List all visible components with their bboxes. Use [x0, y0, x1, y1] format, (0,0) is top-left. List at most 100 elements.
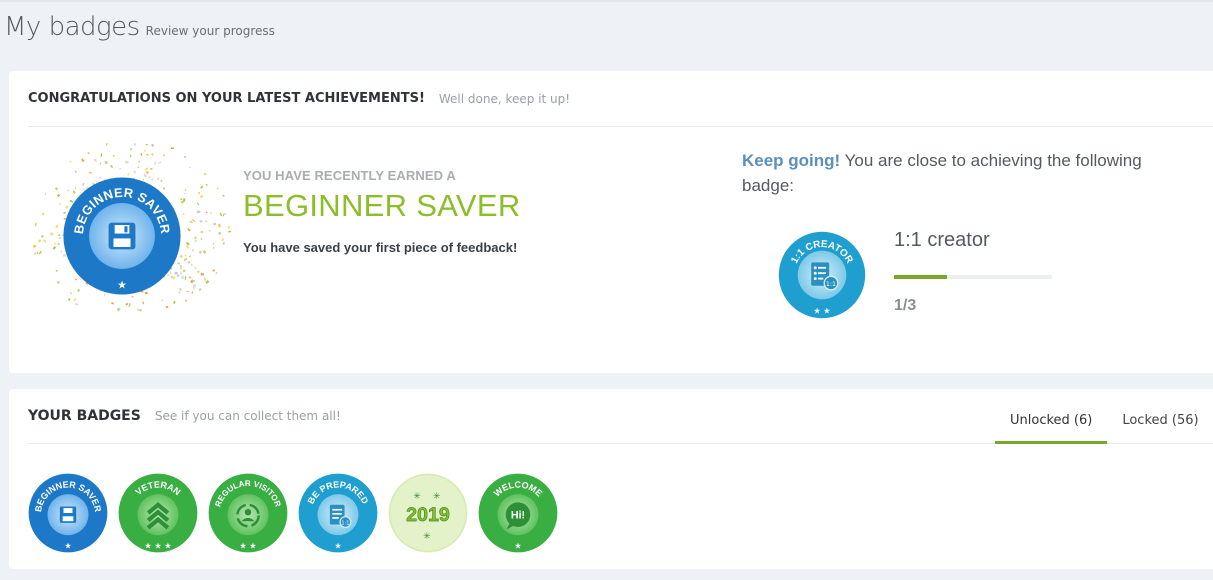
- confetti-piece: [183, 155, 187, 159]
- confetti-piece: [194, 239, 198, 243]
- next-badge-progress-text: 1/3: [894, 297, 917, 314]
- confetti-piece: [188, 275, 192, 280]
- badge-welcome[interactable]: WELCOME Hi! ★: [477, 472, 559, 554]
- svg-text:1:1: 1:1: [826, 281, 836, 288]
- confetti-piece: [129, 154, 132, 158]
- stars-icon: ★ ★ ★: [144, 540, 171, 550]
- confetti-piece: [224, 213, 227, 216]
- svg-text:✳: ✳: [413, 492, 421, 502]
- confetti-piece: [219, 212, 223, 217]
- confetti-piece: [198, 250, 202, 254]
- confetti-piece: [199, 185, 204, 189]
- svg-text:✳: ✳: [433, 492, 441, 502]
- achievements-panel: CONGRATULATIONS ON YOUR LATEST ACHIEVEME…: [9, 71, 1213, 373]
- confetti-piece: [37, 239, 41, 243]
- badge-regular-visitor[interactable]: REGULAR VISITOR ★ ★: [207, 472, 289, 554]
- badge-veteran[interactable]: VETERAN ★ ★ ★: [117, 472, 199, 554]
- confetti-piece: [99, 162, 102, 165]
- confetti-piece: [187, 228, 191, 232]
- confetti-piece: [213, 222, 217, 226]
- confetti-piece: [212, 269, 216, 272]
- confetti-piece: [200, 195, 203, 198]
- confetti-piece: [185, 241, 190, 246]
- confetti-piece: [33, 251, 37, 256]
- achievements-title: CONGRATULATIONS ON YOUR LATEST ACHIEVEME…: [28, 91, 425, 106]
- svg-text:1:1: 1:1: [341, 520, 349, 526]
- confetti-piece: [193, 284, 196, 288]
- confetti-piece: [186, 273, 189, 275]
- confetti-piece: [194, 221, 196, 223]
- floppy-disk-icon: [108, 222, 136, 250]
- confetti-piece: [189, 255, 192, 258]
- confetti-piece: [110, 164, 114, 169]
- confetti-piece: [137, 166, 140, 169]
- progress-fill: [894, 275, 947, 279]
- confetti-piece: [196, 202, 200, 206]
- tab-locked[interactable]: Locked (56): [1107, 399, 1213, 444]
- badge-be-prepared[interactable]: BE PREPARED 1:1 ★: [297, 472, 379, 554]
- confetti-piece: [41, 235, 44, 238]
- confetti-piece: [210, 211, 213, 215]
- confetti-piece: [212, 242, 215, 245]
- your-badges-title: YOUR BADGES: [28, 408, 141, 424]
- confetti-piece: [35, 222, 37, 227]
- star-icon: ★: [117, 278, 127, 291]
- confetti-piece: [227, 225, 231, 229]
- page-header: My badges Review your progress: [4, 12, 275, 42]
- confetti-piece: [144, 167, 148, 171]
- badge-beginner-saver[interactable]: BEGINNER SAVER ★: [27, 472, 109, 554]
- floppy-disk-icon: [59, 506, 77, 523]
- confetti-piece: [128, 303, 131, 307]
- confetti-piece: [143, 149, 146, 152]
- confetti-piece: [197, 191, 201, 195]
- confetti-piece: [124, 160, 129, 164]
- confetti-piece: [87, 151, 90, 155]
- confetti-piece: [187, 260, 191, 264]
- confetti-piece: [138, 160, 141, 163]
- earned-badge-name: BEGINNER SAVER: [243, 188, 521, 223]
- confetti-piece: [56, 281, 60, 284]
- page-title: My badges: [4, 12, 140, 42]
- confetti-piece: [194, 236, 197, 240]
- badge-2019[interactable]: ✳ ✳ ✳ 2019: [387, 472, 469, 554]
- confetti-piece: [228, 230, 231, 233]
- confetti-piece: [218, 223, 221, 228]
- confetti-piece: [41, 212, 45, 216]
- confetti-piece: [216, 187, 219, 190]
- confetti-piece: [165, 305, 169, 309]
- stars-icon: ★ ★: [813, 306, 830, 316]
- confetti-piece: [55, 269, 58, 272]
- star-icon: ★: [64, 540, 71, 550]
- confetti-piece: [184, 258, 186, 261]
- confetti-piece: [203, 277, 207, 281]
- next-badge-progress-bar: [894, 275, 1052, 279]
- confetti-piece: [150, 168, 153, 170]
- confetti-piece: [150, 143, 155, 148]
- svg-text:✳: ✳: [423, 532, 431, 542]
- confetti-piece: [184, 276, 187, 280]
- confetti-piece: [52, 246, 57, 250]
- tab-unlocked[interactable]: Unlocked (6): [995, 399, 1108, 444]
- star-icon: ★: [334, 540, 341, 550]
- confetti-piece: [170, 147, 174, 150]
- confetti-piece: [36, 251, 39, 255]
- page-subtitle: Review your progress: [145, 24, 275, 38]
- confetti-piece: [145, 143, 148, 146]
- confetti-piece: [197, 210, 201, 213]
- confetti-piece: [185, 257, 188, 261]
- confetti-piece: [119, 168, 122, 170]
- confetti-piece: [111, 302, 114, 305]
- confetti-piece: [56, 194, 61, 198]
- confetti-piece: [205, 211, 208, 214]
- confetti-piece: [57, 242, 60, 246]
- confetti-piece: [191, 249, 195, 252]
- confetti-piece: [116, 307, 121, 312]
- confetti-piece: [200, 237, 203, 241]
- confetti-piece: [184, 299, 188, 302]
- star-icon: ★: [514, 540, 521, 550]
- confetti-piece: [184, 254, 187, 257]
- confetti-piece: [88, 171, 92, 174]
- confetti-piece: [106, 142, 108, 146]
- year-2019-icon: 2019: [406, 504, 450, 526]
- confetti-piece: [140, 153, 143, 156]
